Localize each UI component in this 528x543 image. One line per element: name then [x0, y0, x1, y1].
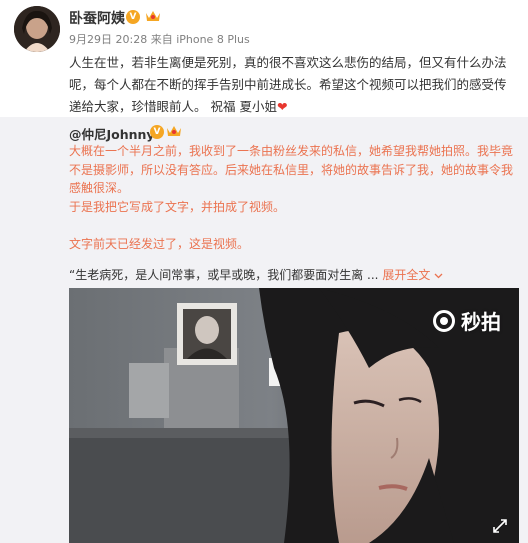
- repost-quote-text: “生老病死，是人间常事，或早或晚，我们都要面对生离 ...: [69, 268, 379, 282]
- heart-icon: ❤: [276, 99, 288, 114]
- post-body-line: 递给大家，珍惜眼前人。 祝福 夏小姐❤: [69, 96, 521, 118]
- miaopai-watermark: 秒拍: [433, 306, 501, 335]
- author-avatar[interactable]: [14, 6, 60, 52]
- repost-paragraph: 感触很深。: [69, 181, 130, 195]
- repost-paragraph: [69, 216, 519, 235]
- expand-full-text-link[interactable]: 展开全文: [382, 268, 443, 282]
- video-player[interactable]: 秒拍: [69, 288, 519, 543]
- post-body-line-text: 递给大家，珍惜眼前人。 祝福 夏小姐: [69, 99, 277, 114]
- repost-author: @仲尼Johnny: [69, 124, 155, 143]
- expand-label: 展开全文: [382, 268, 431, 282]
- repost-card[interactable]: @仲尼Johnny V 大概在一个半月之前，我收到了一条由粉丝发来的私信，她希望…: [0, 117, 528, 543]
- repost-quote: “生老病死，是人间常事，或早或晚，我们都要面对生离 ... 展开全文: [69, 266, 519, 284]
- repost-verified-v-badge-icon[interactable]: V: [150, 125, 164, 139]
- watermark-text: 秒拍: [461, 310, 501, 334]
- crown-badge-icon[interactable]: [145, 9, 161, 23]
- chevron-down-icon: [434, 273, 443, 278]
- repost-author-name[interactable]: @仲尼Johnny: [69, 127, 155, 142]
- repost-text: 大概在一个半月之前，我收到了一条由粉丝发来的私信，她希望我帮她拍照。我毕竟 不是…: [69, 142, 519, 253]
- repost-paragraph: 于是我把它写成了文字，并拍成了视频。: [69, 199, 286, 214]
- post-timestamp[interactable]: 9月29日 20:28: [69, 33, 147, 46]
- post-meta: 9月29日 20:28 来自 iPhone 8 Plus: [69, 31, 250, 47]
- fullscreen-icon[interactable]: [493, 519, 507, 533]
- post-body: 人生在世，若非生离便是死别，真的很不喜欢这么悲伤的结局，但又有什么办法 呢，每个…: [69, 52, 521, 118]
- weibo-post: 卧蚕阿姨 V 9月29日 20:28 来自 iPhone 8 Plus 人生在世…: [0, 0, 528, 543]
- post-body-line: 人生在世，若非生离便是死别，真的很不喜欢这么悲伤的结局，但又有什么办法: [69, 55, 507, 70]
- repost-paragraph: 不是摄影师，所以没有答应。后来她在私信里，将她的故事告诉了我，她的故事令我: [69, 162, 514, 177]
- post-body-line: 呢，每个人都在不断的挥手告别中前进成长。希望这个视频可以把我们的感受传: [69, 77, 507, 92]
- author-name[interactable]: 卧蚕阿姨: [69, 8, 125, 28]
- repost-paragraph: 大概在一个半月之前，我收到了一条由粉丝发来的私信，她希望我帮她拍照。我毕竟: [69, 144, 514, 158]
- post-source[interactable]: 来自 iPhone 8 Plus: [151, 33, 250, 46]
- repost-paragraph: 文字前天已经发过了，这是视频。: [69, 236, 250, 251]
- repost-crown-badge-icon[interactable]: [166, 124, 182, 138]
- miaopai-logo-icon: [433, 309, 455, 332]
- verified-v-badge-icon[interactable]: V: [126, 10, 140, 24]
